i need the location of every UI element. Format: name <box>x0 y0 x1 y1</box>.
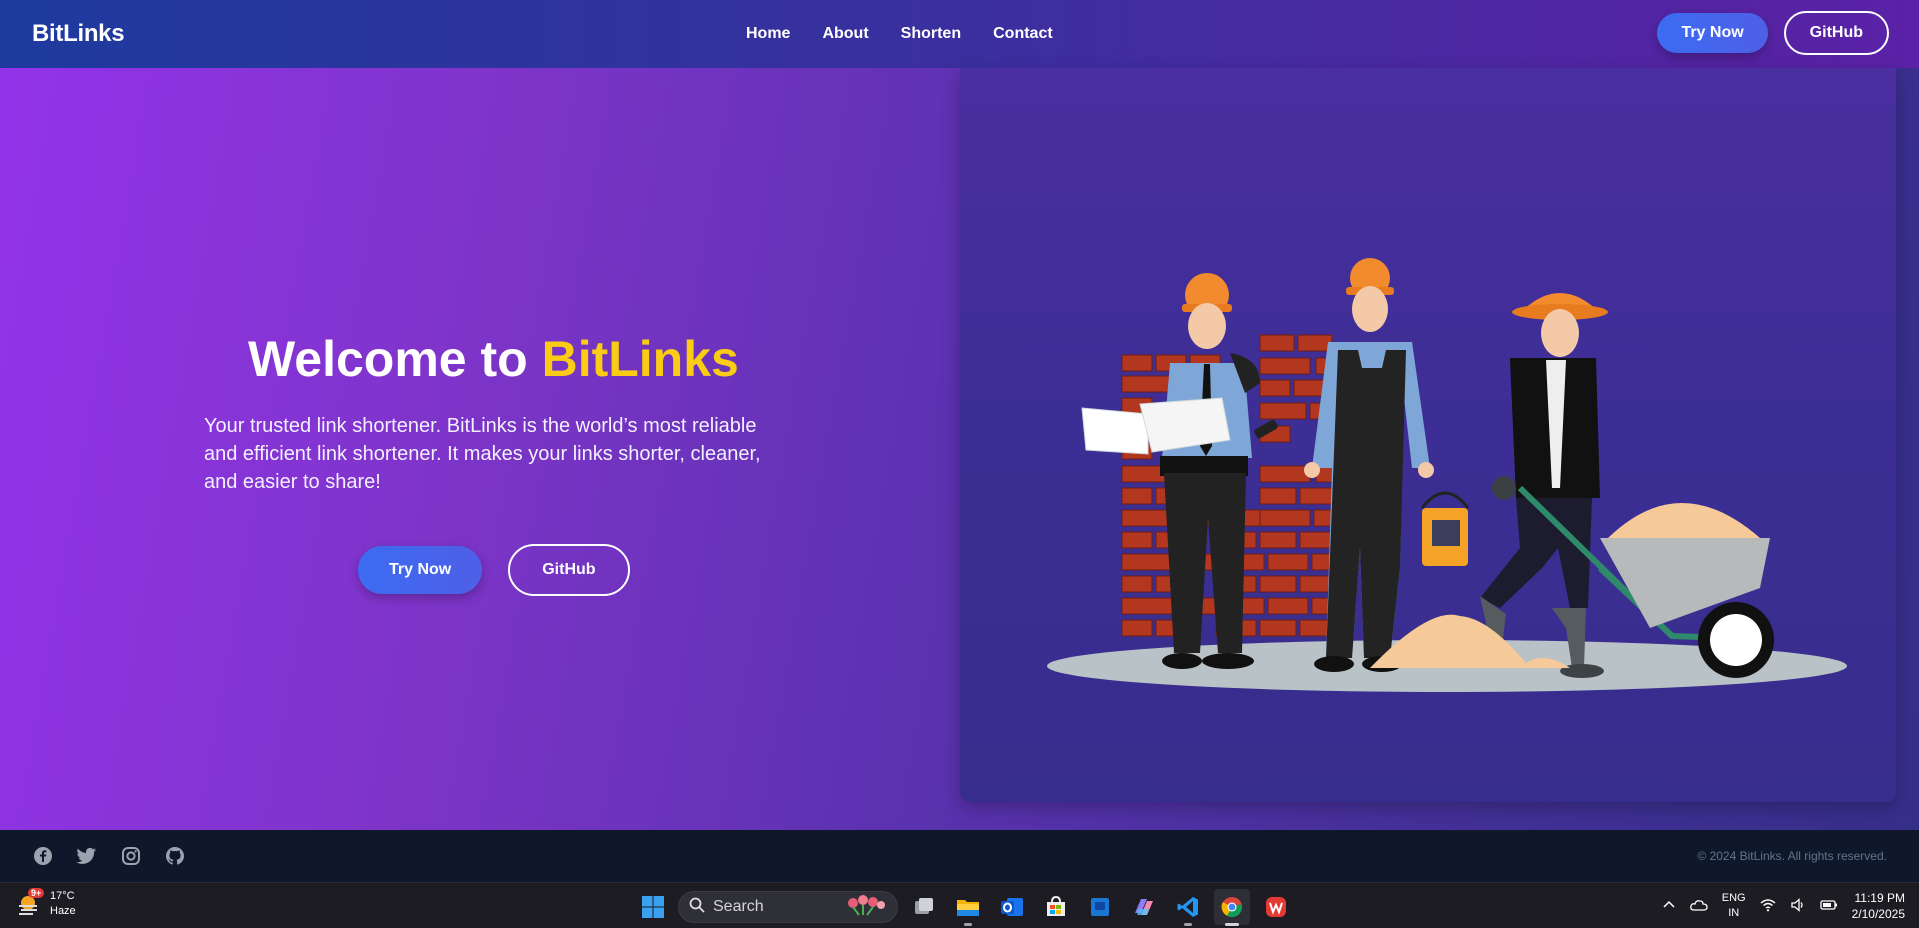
chevron-up-icon[interactable] <box>1662 898 1676 915</box>
github-icon[interactable] <box>164 846 185 867</box>
chrome-icon[interactable] <box>1214 889 1250 926</box>
haze-icon: 9+ <box>16 888 45 917</box>
illustration-card <box>960 68 1896 802</box>
nav-try-now-button[interactable]: Try Now <box>1657 13 1768 53</box>
microsoft-store-icon[interactable] <box>1038 889 1074 925</box>
nav-actions: Try Now GitHub <box>1657 11 1889 55</box>
footer: © 2024 BitLinks. All rights reserved. <box>0 830 1919 882</box>
taskbar-search[interactable]: Search <box>678 891 898 923</box>
hero-description: Your trusted link shortener. BitLinks is… <box>204 415 761 493</box>
nav-link-home[interactable]: Home <box>746 25 790 43</box>
file-explorer-icon[interactable] <box>950 889 986 926</box>
wifi-icon[interactable] <box>1760 898 1776 915</box>
lang-region: IN <box>1728 907 1740 919</box>
navbar: BitLinks Home About Shorten Contact Try … <box>0 0 1919 68</box>
instagram-icon[interactable] <box>120 846 141 867</box>
notes-app-icon[interactable] <box>1082 889 1118 925</box>
hero-title: Welcome to BitLinks <box>248 330 739 388</box>
hero-try-now-button[interactable]: Try Now <box>358 546 483 594</box>
construction-workers-illustration <box>1047 258 1847 692</box>
windows-start-icon[interactable] <box>636 890 670 924</box>
nav-link-shorten[interactable]: Shorten <box>901 25 961 43</box>
task-view-icon[interactable] <box>906 889 942 925</box>
vscode-icon[interactable] <box>1170 889 1206 926</box>
social-links <box>32 846 185 867</box>
system-tray: ENG IN 11:19 PM 2/10/2025 <box>1662 883 1905 928</box>
wps-office-icon[interactable] <box>1258 889 1294 925</box>
search-icon <box>689 897 705 918</box>
flowers-icon <box>845 893 887 922</box>
copilot-icon[interactable] <box>1126 889 1162 925</box>
hero-title-accent: BitLinks <box>541 331 739 387</box>
copyright-text: © 2024 BitLinks. All rights reserved. <box>1697 849 1887 863</box>
clock[interactable]: 11:19 PM 2/10/2025 <box>1852 890 1905 922</box>
search-placeholder: Search <box>713 898 764 915</box>
lang-code: ENG <box>1721 892 1746 904</box>
facebook-icon[interactable] <box>32 846 53 867</box>
nav-links: Home About Shorten Contact <box>746 0 1053 68</box>
volume-icon[interactable] <box>1790 897 1806 915</box>
weather-temp: 17°C <box>50 890 75 902</box>
outlook-icon[interactable] <box>994 889 1030 925</box>
weather-widget[interactable]: 9+ 17°C Haze <box>16 888 76 919</box>
hero-github-button[interactable]: GitHub <box>508 544 630 596</box>
battery-icon[interactable] <box>1819 898 1838 915</box>
language-indicator[interactable]: ENG IN <box>1722 891 1746 921</box>
onedrive-icon[interactable] <box>1689 898 1708 915</box>
weather-badge: 9+ <box>28 888 45 898</box>
taskbar-apps: Search <box>636 889 1294 926</box>
weather-desc: Haze <box>50 905 76 917</box>
clock-time: 11:19 PM <box>1854 891 1905 905</box>
windows-taskbar: 9+ 17°C Haze Search ENG IN 11:19 PM 2/10… <box>0 882 1919 928</box>
hero-buttons: Try Now GitHub <box>358 544 630 596</box>
nav-github-button[interactable]: GitHub <box>1783 11 1889 55</box>
twitter-icon[interactable] <box>76 846 97 867</box>
hero-section: Welcome to BitLinks Your trusted link sh… <box>0 68 1919 830</box>
brand-logo[interactable]: BitLinks <box>32 20 125 48</box>
nav-link-about[interactable]: About <box>822 25 868 43</box>
clock-date: 2/10/2025 <box>1851 907 1905 921</box>
nav-link-contact[interactable]: Contact <box>993 25 1053 43</box>
hero-title-prefix: Welcome to <box>248 331 542 387</box>
